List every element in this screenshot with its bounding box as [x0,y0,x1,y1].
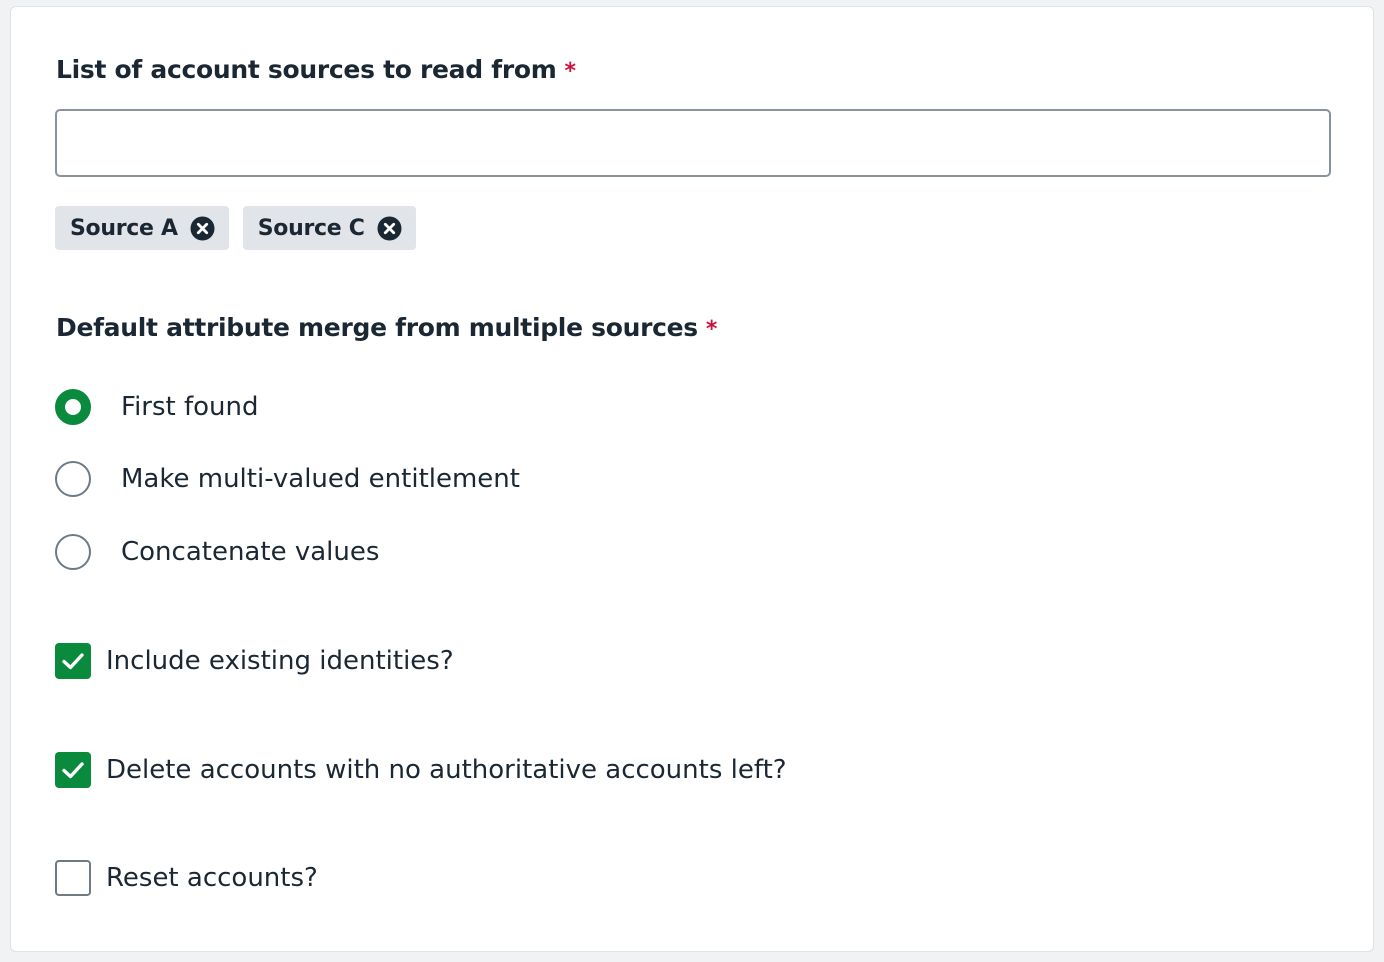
tag-source-a: Source A [55,206,229,250]
radio-button[interactable] [55,389,91,425]
checkmark-icon [62,653,84,670]
radio-label: First found [121,392,259,422]
required-asterisk: * [564,59,576,84]
checkbox-reset-accounts[interactable]: Reset accounts? [55,860,318,896]
checkbox-delete-accounts[interactable]: Delete accounts with no authoritative ac… [55,752,787,788]
radio-label: Concatenate values [121,537,380,567]
checkbox-label: Reset accounts? [106,863,318,893]
checkbox-include-existing[interactable]: Include existing identities? [55,643,454,679]
remove-tag-icon[interactable] [190,216,215,241]
remove-tag-icon[interactable] [377,216,402,241]
selected-sources-tags: Source A Source C [55,206,416,250]
checkbox[interactable] [55,643,91,679]
tag-label: Source C [257,215,365,241]
radio-first-found[interactable]: First found [55,389,259,425]
tag-label: Source A [70,215,178,241]
checkbox[interactable] [55,860,91,896]
checkbox-label: Include existing identities? [106,646,454,676]
form-card: List of account sources to read from * So… [10,6,1374,952]
radio-button[interactable] [55,534,91,570]
sources-label: List of account sources to read from * [56,55,576,84]
checkbox[interactable] [55,752,91,788]
checkbox-label: Delete accounts with no authoritative ac… [106,755,787,785]
radio-concatenate[interactable]: Concatenate values [55,534,379,570]
required-asterisk: * [705,317,718,342]
checkmark-icon [62,762,84,779]
tag-source-c: Source C [242,206,416,250]
radio-button[interactable] [55,461,91,497]
radio-multi-valued[interactable]: Make multi-valued entitlement [55,461,520,497]
account-sources-input[interactable] [55,109,1331,177]
merge-label: Default attribute merge from multiple so… [56,313,718,342]
radio-label: Make multi-valued entitlement [121,464,520,494]
